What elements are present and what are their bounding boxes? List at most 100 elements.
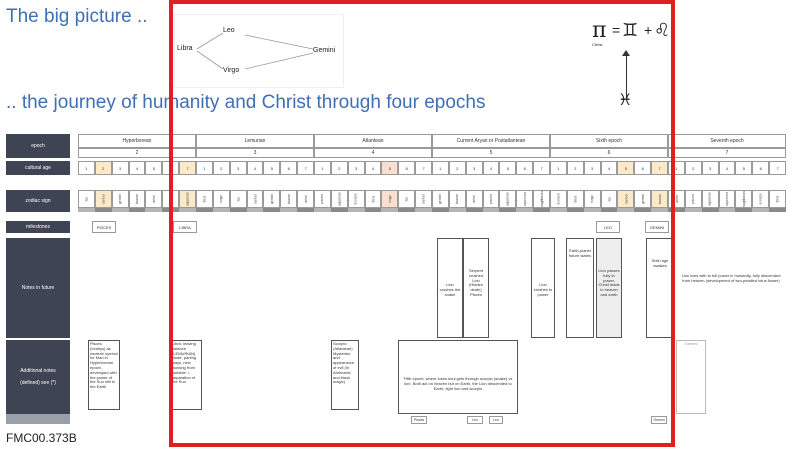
zodiac-sign-cell: pisces	[162, 190, 180, 208]
cultural-age-cell: 7	[179, 161, 196, 175]
cultural-age-cell: 2	[212, 161, 230, 175]
cultural-age-cell: 4	[364, 161, 382, 175]
epoch-name-cell: Hyperborean	[78, 134, 196, 148]
zodiac-sign-label: cancer	[623, 193, 628, 205]
shade-cell	[364, 208, 382, 212]
zodiac-sign-cell: aquarius	[330, 190, 348, 208]
page-subtitle: .. the journey of humanity and Christ th…	[6, 92, 486, 113]
zodiac-sign-label: cancer	[421, 193, 426, 205]
cultural-age-cell: 2	[448, 161, 466, 175]
zodiac-sign-label: virgo	[219, 195, 224, 203]
defined-sub-label: (defined) see (*)	[20, 380, 56, 386]
cultural-age-cell: 4	[128, 161, 146, 175]
zodiac-sign-label: scorpio	[758, 193, 763, 205]
shade-cell	[583, 208, 601, 212]
note-future-6: Sixth age awakes	[646, 238, 674, 338]
additional-note-2: Libra: leaving balance (LEMURIAN) Node, …	[170, 340, 202, 410]
shade-cell	[701, 208, 719, 212]
zodiac-sign-label: libra	[573, 195, 578, 203]
row-label-footer-bar	[6, 414, 70, 424]
zodiac-sign-cell: libra	[769, 190, 786, 208]
zodiac-sign-label: scorpio	[354, 193, 359, 205]
cultural-age-cell: 5	[617, 161, 635, 175]
cultural-age-cell: 1	[314, 161, 331, 175]
shade-cell	[516, 208, 534, 212]
note-future-2: Serpent crushed Lion (Hidden death) Pisc…	[463, 238, 489, 338]
cultural-age-cell: 3	[701, 161, 719, 175]
zodiac-sign-cell: aquarius	[701, 190, 719, 208]
epoch-number-cell: 4	[314, 148, 432, 158]
shade-cell	[111, 208, 129, 212]
zodiac-sign-label: sagittarius	[741, 191, 746, 207]
shade-cell	[179, 208, 196, 212]
cultural-age-cell: 6	[162, 161, 180, 175]
zodiac-sign-label: taurus	[134, 194, 139, 204]
zodiac-sign-cell: taurus	[280, 190, 298, 208]
shade-cell	[566, 208, 584, 212]
note-future-5: Lion passes fully to power, Christ leads…	[596, 238, 622, 338]
zodiac-sign-cell: aries	[145, 190, 163, 208]
cultural-age-cell: 6	[634, 161, 652, 175]
christ-formula-diagram: π = ♊ + ♌ Christ ♓	[588, 18, 680, 118]
zodiac-sign-label: aries	[151, 195, 156, 203]
zodiac-sign-cell: capricorn	[718, 190, 736, 208]
footer-code: FMC00.373B	[6, 431, 77, 445]
cultural-age-cell: 5	[735, 161, 753, 175]
shade-cell	[415, 208, 432, 212]
cultural-age-cell: 3	[465, 161, 483, 175]
zodiac-sign-cell: taurus	[448, 190, 466, 208]
cultural-age-cell: 1	[668, 161, 685, 175]
bottom-tag-leo-1: Leo	[467, 416, 483, 424]
zodiac-sign-cell: scorpio	[550, 190, 567, 208]
shade-cell	[162, 208, 180, 212]
zodiac-sign-label: pisces	[691, 194, 696, 204]
shade-cell	[398, 208, 416, 212]
zodiac-sign-label: cancer	[252, 193, 257, 205]
shade-cell	[651, 208, 668, 212]
shade-cell	[600, 208, 618, 212]
zodiac-sign-cell: aries	[297, 190, 314, 208]
cultural-age-cell: 5	[145, 161, 163, 175]
page-title: The big picture ..	[6, 6, 148, 27]
additional-note-1: Pisces (Ichthys) as esoteric symbol for …	[88, 340, 120, 410]
plus-sign: +	[644, 22, 653, 38]
shade-cell	[229, 208, 247, 212]
zodiac-sign-label: gemini	[269, 193, 274, 205]
cultural-age-cell: 1	[196, 161, 213, 175]
zodiac-sign-label: leo	[404, 196, 409, 202]
virgo-label: Virgo	[223, 67, 240, 74]
row-label-zodiac-sign: zodiac sign	[6, 190, 70, 212]
row-label-epoch: epoch	[6, 134, 70, 158]
cultural-age-cell: 6	[280, 161, 298, 175]
zodiac-sign-cell: libra	[196, 190, 213, 208]
cultural-age-cell: 7	[651, 161, 668, 175]
zodiac-sign-cell: pisces	[684, 190, 702, 208]
shade-cell	[347, 208, 365, 212]
zodiac-sign-cell: aries	[668, 190, 685, 208]
cultural-age-cell: 7	[769, 161, 786, 175]
zodiac-sign-label: gemini	[118, 193, 123, 205]
epoch-name-cell: Atlantean	[314, 134, 432, 148]
milestone-libra: LIBRA	[173, 221, 197, 233]
zodiac-sign-label: aquarius	[185, 192, 190, 206]
cultural-age-cell: 1	[550, 161, 567, 175]
zodiac-sign-label: aries	[303, 195, 308, 203]
epoch-name-cell: Seventh epoch	[668, 134, 786, 148]
pi-symbol: π	[592, 18, 607, 43]
zodiac-sign-cell: sagittarius	[735, 190, 753, 208]
epoch-number-cell: 7	[668, 148, 786, 158]
cultural-age-cell: 5	[499, 161, 517, 175]
equals-sign: =	[612, 22, 621, 38]
zodiac-sign-label: virgo	[387, 195, 392, 203]
zodiac-sign-label: leo	[236, 196, 241, 202]
shade-cell	[684, 208, 702, 212]
shade-cell	[448, 208, 466, 212]
zodiac-sign-cell: cancer	[617, 190, 635, 208]
zodiac-sign-label: leo	[606, 196, 611, 202]
additional-notes-label: Additional notes	[20, 368, 56, 374]
epoch-name-cell: Current Aryan or Postatlantean	[432, 134, 550, 148]
additional-note-5: Gemini	[676, 340, 706, 414]
bottom-tag-leo-2: Leo	[489, 416, 503, 424]
shade-cell	[769, 208, 786, 212]
shade-cell	[78, 208, 95, 212]
